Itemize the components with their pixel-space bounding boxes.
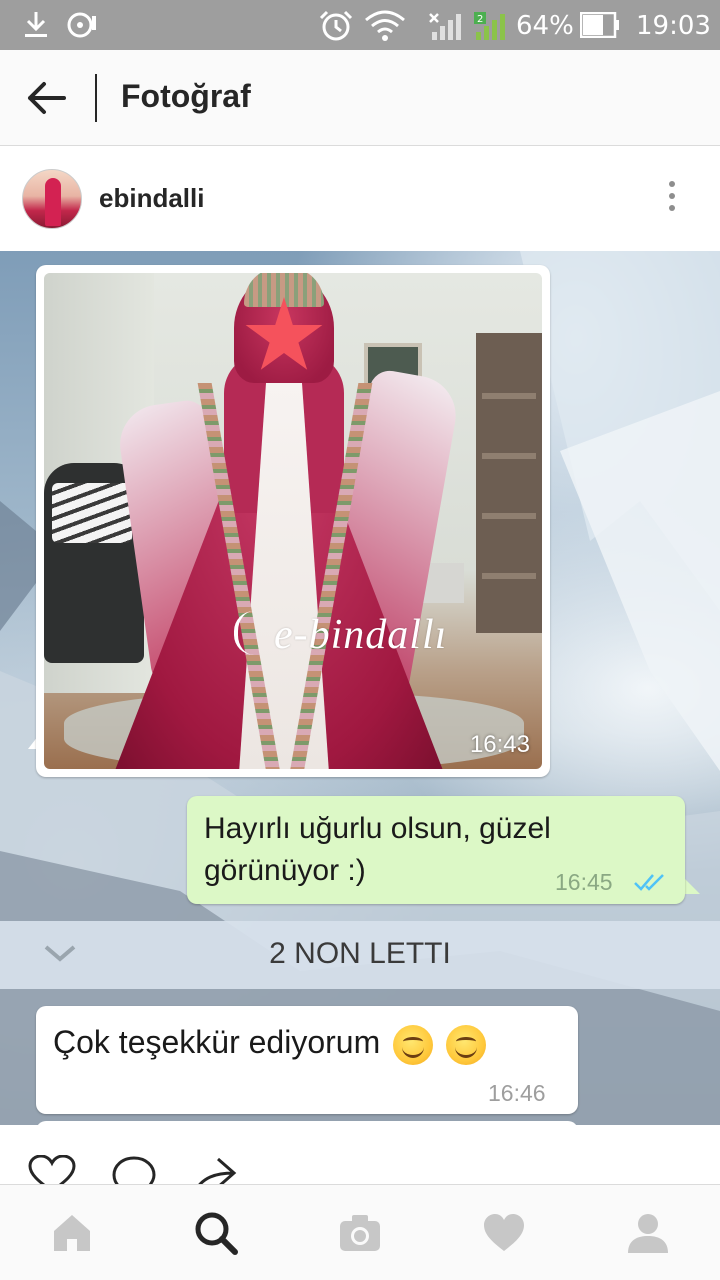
more-options-button[interactable] bbox=[662, 177, 682, 221]
app-header: Fotoğraf bbox=[0, 50, 720, 146]
outgoing-message-time: 16:45 bbox=[555, 869, 613, 895]
media-icon bbox=[67, 12, 96, 38]
battery-icon bbox=[580, 12, 619, 38]
search-icon[interactable] bbox=[194, 1211, 238, 1255]
dress-photo[interactable]: e-bindallı 16:43 bbox=[44, 273, 542, 769]
bottom-navigation bbox=[0, 1184, 720, 1280]
alarm-icon bbox=[319, 10, 353, 41]
unread-divider: 2 NON LETTI bbox=[0, 921, 720, 989]
double-check-icon bbox=[634, 874, 664, 891]
signal-icon: 2 bbox=[474, 12, 505, 40]
post-header: ebindalli bbox=[0, 147, 720, 251]
incoming-message-line: Çok teşekkür ediyorum bbox=[53, 1024, 487, 1065]
heart-icon[interactable] bbox=[482, 1211, 526, 1255]
unread-divider-label: 2 NON LETTI bbox=[269, 937, 451, 970]
incoming-message-bubble[interactable]: Çok teşekkür ediyorum 16:46 bbox=[36, 1006, 578, 1114]
watermark-text: e-bindallı bbox=[274, 612, 448, 658]
post-image[interactable]: e-bindallı 16:43 Hayırlı uğurlu olsun, g… bbox=[0, 251, 720, 1125]
more-vertical-icon bbox=[669, 181, 675, 187]
download-icon bbox=[25, 12, 47, 37]
page-title: Fotoğraf bbox=[121, 78, 251, 114]
profile-icon[interactable] bbox=[626, 1211, 670, 1255]
back-button[interactable] bbox=[22, 76, 72, 120]
incoming-message-text: Çok teşekkür ediyorum bbox=[53, 1024, 381, 1060]
home-icon[interactable] bbox=[50, 1211, 94, 1255]
photo-message-time: 16:43 bbox=[469, 731, 530, 758]
avatar[interactable] bbox=[22, 169, 82, 229]
post-username[interactable]: ebindalli bbox=[99, 183, 204, 214]
header-divider bbox=[95, 74, 97, 122]
smiling-face-icon bbox=[446, 1024, 487, 1065]
post-actions bbox=[0, 1125, 720, 1195]
status-bar: 2 64% 19:03 bbox=[0, 0, 720, 50]
smiling-face-icon bbox=[393, 1024, 434, 1065]
svg-text:2: 2 bbox=[477, 14, 483, 25]
clock: 19:03 bbox=[636, 11, 711, 41]
photo-message-bubble[interactable]: e-bindallı 16:43 bbox=[36, 265, 550, 777]
incoming-message-time: 16:46 bbox=[488, 1080, 546, 1106]
wifi-icon bbox=[365, 10, 405, 41]
outgoing-message-bubble[interactable]: Hayırlı uğurlu olsun, güzel görünüyor :)… bbox=[187, 796, 685, 904]
no-sim-signal-icon bbox=[429, 13, 461, 40]
camera-icon[interactable] bbox=[338, 1211, 382, 1255]
battery-percent: 64% bbox=[516, 11, 574, 41]
